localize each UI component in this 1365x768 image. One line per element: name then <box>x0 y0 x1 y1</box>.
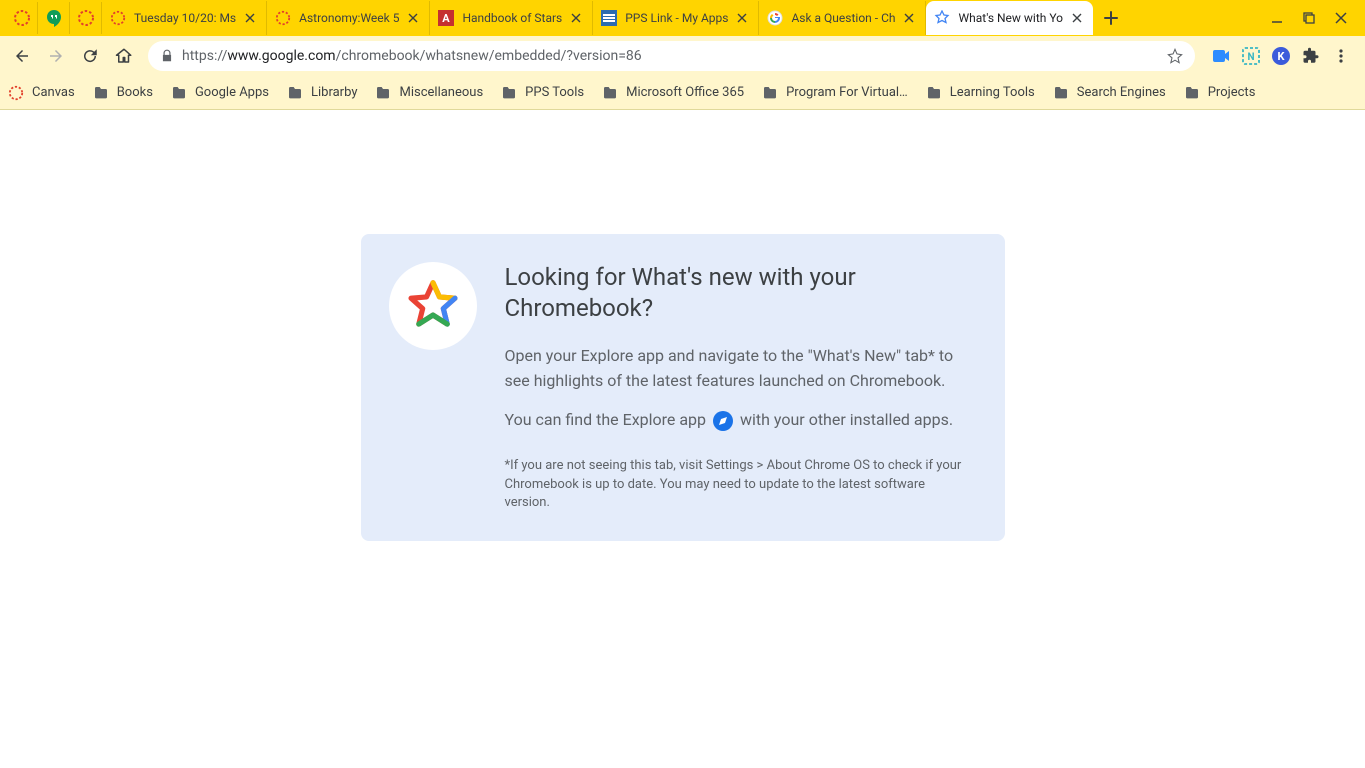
tab[interactable]: PPS Link - My Apps <box>593 1 759 35</box>
bookmark-label: Google Apps <box>195 85 269 100</box>
pinned-tab-canvas[interactable] <box>6 2 38 34</box>
close-window-button[interactable] <box>1333 10 1349 26</box>
new-tab-button[interactable] <box>1097 4 1125 32</box>
page-content: Looking for What's new with your Chromeb… <box>0 110 1365 768</box>
forward-button[interactable] <box>42 42 70 70</box>
home-button[interactable] <box>110 42 138 70</box>
bookmark-label: Canvas <box>32 85 75 100</box>
tab-title: What's New with Yo <box>958 11 1063 25</box>
svg-text:A: A <box>443 12 451 25</box>
extension-icons: N K <box>1205 46 1357 66</box>
card-heading: Looking for What's new with your Chromeb… <box>505 262 973 324</box>
explore-app-icon <box>712 410 734 432</box>
bookmark-label: Search Engines <box>1077 85 1166 100</box>
card-paragraph-1: Open your Explore app and navigate to th… <box>505 344 973 394</box>
tab-favicon <box>934 10 950 26</box>
menu-button[interactable] <box>1331 46 1351 66</box>
tab-close-icon[interactable] <box>242 10 258 26</box>
tab-close-icon[interactable] <box>901 10 917 26</box>
bookmark-label: Miscellaneous <box>399 85 483 100</box>
tab-favicon <box>601 10 617 26</box>
lock-icon <box>160 49 174 63</box>
tab-title: Astronomy:Week 5 <box>299 11 399 25</box>
extension-notion-icon[interactable]: N <box>1241 46 1261 66</box>
bookmark-label: Books <box>117 85 153 100</box>
tab-strip: Tuesday 10/20: Ms Astronomy:Week 5 A Handbo… <box>0 0 1365 36</box>
bookmark-label: Librarby <box>311 85 357 100</box>
extensions-puzzle-icon[interactable] <box>1301 46 1321 66</box>
svg-text:K: K <box>1278 50 1286 63</box>
bookmark-star-icon[interactable] <box>1167 48 1183 64</box>
canvas-icon <box>13 9 31 27</box>
bookmark-item[interactable]: Canvas <box>8 85 75 101</box>
tab[interactable]: Astronomy:Week 5 <box>267 1 430 35</box>
tab-title: Tuesday 10/20: Ms <box>134 11 236 25</box>
tab-favicon <box>275 10 291 26</box>
folder-icon <box>501 85 517 101</box>
window-controls <box>1269 10 1359 26</box>
tab-close-icon[interactable] <box>1069 10 1085 26</box>
bookmark-item[interactable]: Search Engines <box>1053 85 1166 101</box>
bookmark-item[interactable]: Google Apps <box>171 85 269 101</box>
card-body: Looking for What's new with your Chromeb… <box>505 262 973 513</box>
tab-title: Handbook of Stars <box>462 11 562 25</box>
tab[interactable]: What's New with Yo <box>926 1 1093 35</box>
back-button[interactable] <box>8 42 36 70</box>
toolbar: https://www.google.com/chromebook/whatsn… <box>0 36 1365 76</box>
bookmark-label: PPS Tools <box>525 85 584 100</box>
bookmark-label: Projects <box>1208 85 1256 100</box>
pinned-tab-canvas-2[interactable] <box>70 2 102 34</box>
bookmark-item[interactable]: Librarby <box>287 85 357 101</box>
folder-icon <box>602 85 618 101</box>
tab-favicon <box>767 10 783 26</box>
folder-icon <box>93 85 109 101</box>
reload-button[interactable] <box>76 42 104 70</box>
folder-icon <box>375 85 391 101</box>
bookmark-label: Learning Tools <box>950 85 1035 100</box>
minimize-button[interactable] <box>1269 10 1285 26</box>
url-text: https://www.google.com/chromebook/whatsn… <box>182 48 642 64</box>
bookmark-label: Program For Virtual… <box>786 85 908 100</box>
maximize-button[interactable] <box>1301 10 1317 26</box>
tab-title: Ask a Question - Ch <box>791 11 895 25</box>
bookmark-item[interactable]: Learning Tools <box>926 85 1035 101</box>
tab-close-icon[interactable] <box>405 10 421 26</box>
bookmark-item[interactable]: Miscellaneous <box>375 85 483 101</box>
tab-close-icon[interactable] <box>568 10 584 26</box>
bookmark-label: Microsoft Office 365 <box>626 85 744 100</box>
bookmarks-bar: Canvas Books Google Apps Librarby Miscellane… <box>0 76 1365 110</box>
tab[interactable]: Ask a Question - Ch <box>759 1 926 35</box>
tab[interactable]: Tuesday 10/20: Ms <box>102 1 267 35</box>
extension-k-icon[interactable]: K <box>1271 46 1291 66</box>
tab-favicon <box>110 10 126 26</box>
card-star-icon <box>389 262 477 350</box>
canvas-icon <box>77 9 95 27</box>
folder-icon <box>287 85 303 101</box>
folder-icon <box>1053 85 1069 101</box>
folder-icon <box>926 85 942 101</box>
tab-title: PPS Link - My Apps <box>625 11 728 25</box>
bookmark-item[interactable]: Books <box>93 85 153 101</box>
bookmark-item[interactable]: Program For Virtual… <box>762 85 908 101</box>
pinned-tab-hangouts[interactable] <box>38 2 70 34</box>
tab-favicon: A <box>438 10 454 26</box>
hangouts-icon <box>45 9 63 27</box>
folder-icon <box>171 85 187 101</box>
bookmark-item[interactable]: Microsoft Office 365 <box>602 85 744 101</box>
canvas-icon <box>8 85 24 101</box>
card-paragraph-2: You can find the Explore app with your o… <box>505 408 973 433</box>
tab[interactable]: A Handbook of Stars <box>430 1 593 35</box>
extension-zoom-icon[interactable] <box>1211 46 1231 66</box>
whats-new-card: Looking for What's new with your Chromeb… <box>361 234 1005 541</box>
tab-close-icon[interactable] <box>734 10 750 26</box>
bookmark-item[interactable]: Projects <box>1184 85 1256 101</box>
bookmark-item[interactable]: PPS Tools <box>501 85 584 101</box>
address-bar[interactable]: https://www.google.com/chromebook/whatsn… <box>148 41 1195 71</box>
folder-icon <box>762 85 778 101</box>
svg-text:N: N <box>1247 52 1254 63</box>
folder-icon <box>1184 85 1200 101</box>
card-footnote: *If you are not seeing this tab, visit S… <box>505 457 973 514</box>
